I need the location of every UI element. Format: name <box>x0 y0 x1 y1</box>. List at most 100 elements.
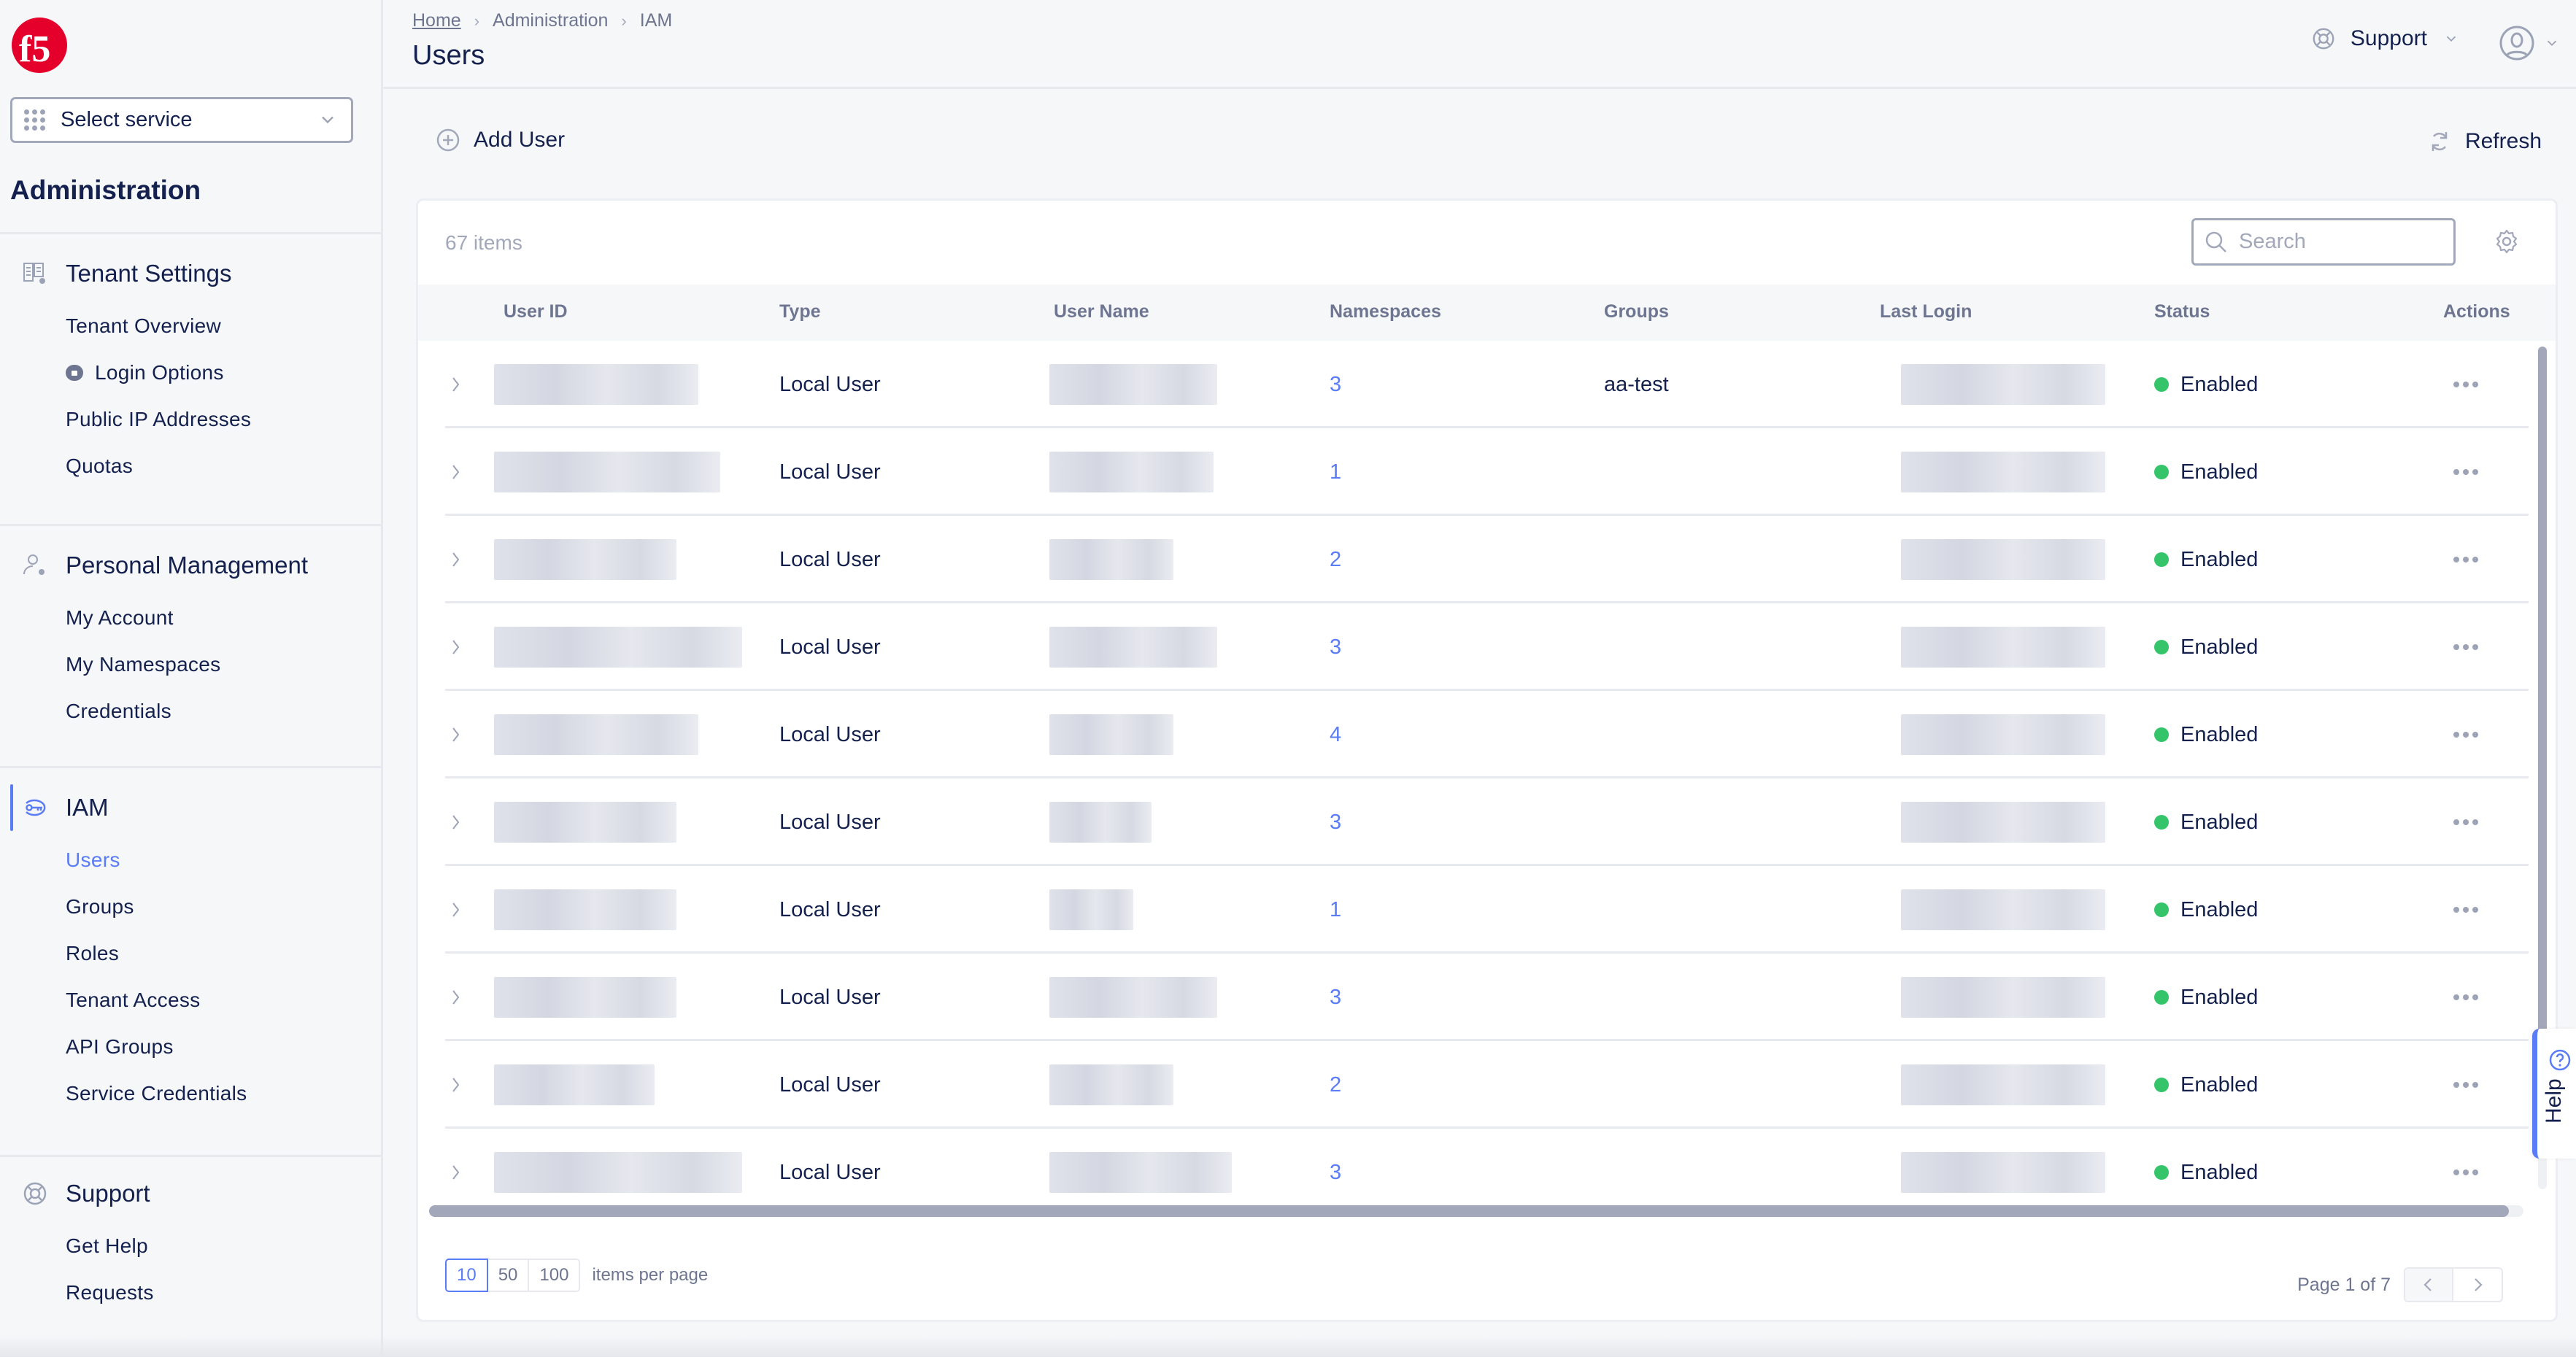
sidebar-item-roles[interactable]: Roles <box>0 930 381 977</box>
sidebar-item-login-options[interactable]: Login Options <box>0 349 381 396</box>
user-id-cell[interactable] <box>494 603 742 691</box>
table-row[interactable]: Local User 4 Enabled <box>445 691 2529 778</box>
sidebar-item-api-groups[interactable]: API Groups <box>0 1024 381 1070</box>
sidebar-item-requests[interactable]: Requests <box>0 1269 381 1316</box>
user-id-cell[interactable] <box>494 954 676 1041</box>
table-row[interactable]: Local User 1 Enabled <box>445 866 2529 954</box>
page-size-100-button[interactable]: 100 <box>528 1259 581 1292</box>
sidebar-item-public-ip-addresses[interactable]: Public IP Addresses <box>0 396 381 443</box>
expand-row-button[interactable] <box>445 1129 467 1205</box>
search-input[interactable] <box>2239 230 2443 254</box>
sidebar-item-tenant-access[interactable]: Tenant Access <box>0 977 381 1024</box>
namespaces-link[interactable]: 3 <box>1330 954 1341 1041</box>
user-menu-button[interactable] <box>2499 25 2560 61</box>
row-actions-button[interactable] <box>2453 778 2478 866</box>
expand-row-button[interactable] <box>445 954 467 1041</box>
status-cell: Enabled <box>2154 778 2258 866</box>
user-id-cell[interactable] <box>494 691 698 778</box>
breadcrumb-administration[interactable]: Administration <box>493 10 608 31</box>
support-menu-button[interactable]: Support <box>2311 26 2459 51</box>
column-header-groups[interactable]: Groups <box>1604 301 1669 322</box>
row-actions-button[interactable] <box>2453 516 2478 603</box>
table-row[interactable]: Local User 3 Enabled <box>445 1129 2529 1205</box>
help-tab[interactable]: Help <box>2532 1029 2576 1159</box>
namespaces-link[interactable]: 3 <box>1330 603 1341 691</box>
next-page-button[interactable] <box>2453 1269 2502 1301</box>
namespaces-link[interactable]: 2 <box>1330 1041 1341 1129</box>
horizontal-scrollbar[interactable] <box>429 1205 2523 1217</box>
f5-logo[interactable]: f5 <box>10 16 69 74</box>
sidebar-item-users[interactable]: Users <box>0 837 381 884</box>
namespaces-link[interactable]: 1 <box>1330 428 1341 516</box>
namespaces-link[interactable]: 4 <box>1330 691 1341 778</box>
sidebar-item-quotas[interactable]: Quotas <box>0 443 381 490</box>
row-actions-button[interactable] <box>2453 603 2478 691</box>
nav-heading-tenant-settings[interactable]: Tenant Settings <box>0 244 381 303</box>
expand-row-button[interactable] <box>445 341 467 428</box>
sidebar-item-my-account[interactable]: My Account <box>0 595 381 641</box>
table-row[interactable]: Local User 3 Enabled <box>445 778 2529 866</box>
table-row[interactable]: Local User 2 Enabled <box>445 516 2529 603</box>
column-header-user-name[interactable]: User Name <box>1054 301 1149 322</box>
table-row[interactable]: Local User 2 Enabled <box>445 1041 2529 1129</box>
nav-heading-support[interactable]: Support <box>0 1164 381 1223</box>
search-field[interactable] <box>2191 218 2456 266</box>
add-user-button[interactable]: Add User <box>436 128 565 152</box>
chevron-right-icon <box>452 990 460 1005</box>
column-header-type[interactable]: Type <box>779 301 821 322</box>
user-id-cell[interactable] <box>494 778 676 866</box>
user-id-cell[interactable] <box>494 341 698 428</box>
table-row[interactable]: Local User 3 aa-test Enabled <box>445 341 2529 428</box>
user-id-cell[interactable] <box>494 428 720 516</box>
nav-heading-iam[interactable]: IAM <box>0 778 381 837</box>
sidebar-item-credentials[interactable]: Credentials <box>0 688 381 735</box>
sidebar-item-my-namespaces[interactable]: My Namespaces <box>0 641 381 688</box>
status-enabled-dot <box>2154 1165 2169 1180</box>
column-header-last-login[interactable]: Last Login <box>1880 301 1972 322</box>
select-service-dropdown[interactable]: Select service <box>10 97 353 143</box>
row-actions-button[interactable] <box>2453 341 2478 428</box>
nav-heading-label: IAM <box>66 794 109 821</box>
user-id-cell[interactable] <box>494 866 676 954</box>
expand-row-button[interactable] <box>445 516 467 603</box>
expand-row-button[interactable] <box>445 691 467 778</box>
horizontal-scrollbar-thumb[interactable] <box>429 1205 2509 1217</box>
row-actions-button[interactable] <box>2453 428 2478 516</box>
previous-page-button[interactable] <box>2405 1269 2453 1301</box>
table-row[interactable]: Local User 1 Enabled <box>445 428 2529 516</box>
refresh-button[interactable]: Refresh <box>2427 129 2542 154</box>
user-id-cell[interactable] <box>494 1129 742 1205</box>
row-actions-button[interactable] <box>2453 954 2478 1041</box>
nav-heading-personal-management[interactable]: Personal Management <box>0 536 381 595</box>
namespaces-link[interactable]: 3 <box>1330 341 1341 428</box>
column-header-user-id[interactable]: User ID <box>504 301 568 322</box>
expand-row-button[interactable] <box>445 428 467 516</box>
sidebar-item-get-help[interactable]: Get Help <box>0 1223 381 1269</box>
namespaces-link[interactable]: 3 <box>1330 1129 1341 1205</box>
user-name-cell <box>1049 341 1217 428</box>
page-size-10-button[interactable]: 10 <box>445 1259 488 1292</box>
page-size-50-button[interactable]: 50 <box>486 1259 530 1292</box>
expand-row-button[interactable] <box>445 778 467 866</box>
breadcrumb-home-link[interactable]: Home <box>412 10 461 31</box>
sidebar-item-groups[interactable]: Groups <box>0 884 381 930</box>
user-id-cell[interactable] <box>494 516 676 603</box>
row-actions-button[interactable] <box>2453 691 2478 778</box>
expand-row-button[interactable] <box>445 866 467 954</box>
row-actions-button[interactable] <box>2453 866 2478 954</box>
expand-row-button[interactable] <box>445 603 467 691</box>
namespaces-link[interactable]: 2 <box>1330 516 1341 603</box>
namespaces-link[interactable]: 3 <box>1330 778 1341 866</box>
sidebar-item-label: Tenant Access <box>66 989 201 1011</box>
gear-icon[interactable] <box>2493 228 2521 255</box>
sidebar-item-service-credentials[interactable]: Service Credentials <box>0 1070 381 1117</box>
table-row[interactable]: Local User 3 Enabled <box>445 603 2529 691</box>
user-id-cell[interactable] <box>494 1041 655 1129</box>
namespaces-link[interactable]: 1 <box>1330 866 1341 954</box>
row-actions-button[interactable] <box>2453 1041 2478 1129</box>
expand-row-button[interactable] <box>445 1041 467 1129</box>
column-header-namespaces[interactable]: Namespaces <box>1330 301 1441 322</box>
table-row[interactable]: Local User 3 Enabled <box>445 954 2529 1041</box>
row-actions-button[interactable] <box>2453 1129 2478 1205</box>
sidebar-item-tenant-overview[interactable]: Tenant Overview <box>0 303 381 349</box>
